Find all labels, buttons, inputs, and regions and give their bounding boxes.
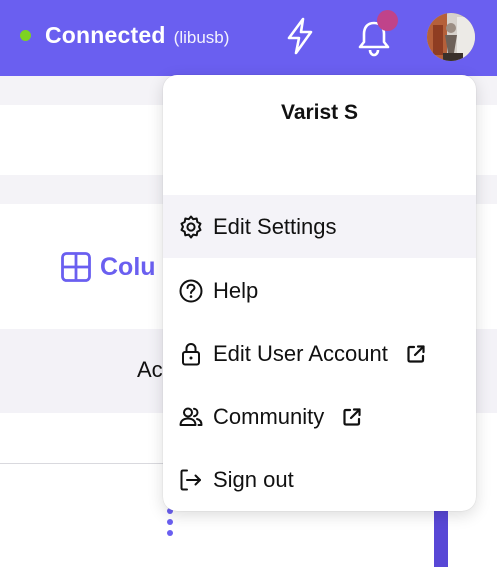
connection-detail: (libusb) (173, 28, 230, 47)
user-name: Varist S (280, 101, 359, 124)
partial-text: Ac (137, 357, 163, 382)
grid-icon (61, 252, 91, 282)
lightning-button[interactable] (282, 16, 318, 56)
avatar-image (427, 13, 475, 61)
menu-item-community[interactable]: Community (163, 385, 476, 448)
external-link-icon (405, 343, 427, 365)
menu-item-label: Help (213, 277, 259, 303)
menu-item-label: Community (213, 403, 325, 429)
lightning-icon (287, 17, 313, 55)
menu-item-label: Edit User Account (213, 340, 388, 366)
help-circle-icon (178, 278, 204, 304)
menu-item-label: Sign out (213, 466, 294, 492)
menu-item-label: Edit Settings (213, 213, 337, 239)
notification-badge (377, 10, 398, 31)
menu-item-help[interactable]: Help (163, 259, 476, 322)
connection-status: Connected (libusb) (20, 22, 229, 49)
columns-button[interactable]: Colu (60, 251, 156, 283)
sign-out-icon (178, 467, 204, 493)
connection-label: Connected (45, 22, 166, 48)
more-options-icon[interactable] (167, 508, 175, 541)
menu-item-sign-out[interactable]: Sign out (163, 448, 476, 511)
avatar[interactable] (427, 13, 475, 61)
external-link-icon (341, 406, 363, 428)
columns-label: Colu (100, 252, 156, 281)
user-menu-dropdown: Varist S Edit Settings Help Edit User Ac… (163, 75, 476, 511)
gear-icon (178, 214, 204, 240)
menu-item-edit-user-account[interactable]: Edit User Account (163, 322, 476, 385)
lock-icon (178, 341, 204, 367)
top-bar: Connected (libusb) (0, 0, 497, 76)
status-dot-icon (20, 30, 31, 41)
menu-item-edit-settings[interactable]: Edit Settings (163, 195, 476, 258)
users-icon (178, 404, 204, 430)
